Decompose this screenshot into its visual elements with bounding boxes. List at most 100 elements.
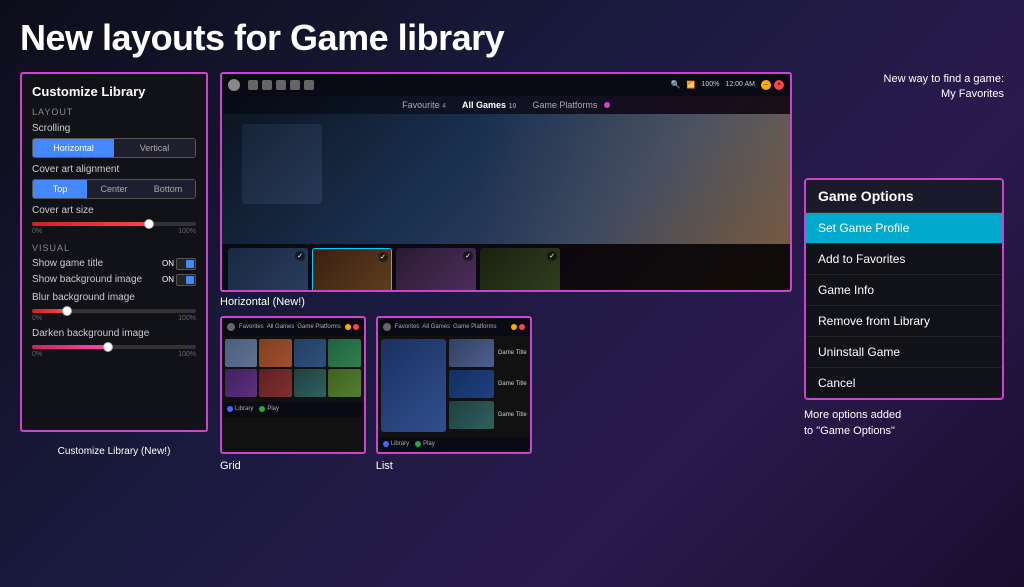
blur-slider[interactable]: 0% 100% bbox=[32, 309, 196, 322]
blur-min: 0% bbox=[32, 315, 42, 322]
scrolling-horizontal-btn[interactable]: Horizontal bbox=[33, 139, 114, 157]
grid-footer-2: Play bbox=[259, 406, 279, 412]
layout-section-label: LAYOUT bbox=[32, 107, 196, 117]
grid-header: Favorites All Games Game Platforms bbox=[222, 318, 364, 336]
grid-tile-3 bbox=[294, 339, 326, 367]
main-container: New layouts for Game library Customize L… bbox=[0, 0, 1024, 587]
list-tab-platforms: Game Platforms bbox=[453, 324, 496, 330]
show-bg-image-row: Show background image ON bbox=[32, 274, 196, 286]
tab-favourite-count: 4 bbox=[442, 103, 446, 110]
grid-content bbox=[222, 336, 364, 400]
search-icon[interactable]: 🔍 bbox=[671, 80, 681, 89]
game-option-remove-library[interactable]: Remove from Library bbox=[806, 306, 1002, 337]
game-option-set-profile[interactable]: Set Game Profile bbox=[806, 213, 1002, 244]
scrolling-vertical-btn[interactable]: Vertical bbox=[114, 139, 195, 157]
grid-footer: Library Play bbox=[222, 402, 364, 417]
show-game-title-label: Show game title bbox=[32, 258, 103, 269]
back-icon[interactable] bbox=[228, 79, 240, 91]
game-card-robocop[interactable]: ✓ RoboCop: Rogue City bbox=[396, 248, 476, 292]
list-items-col: Game Title Game Title Game Title bbox=[449, 339, 527, 432]
show-game-title-value: ON bbox=[162, 259, 174, 268]
show-bg-image-toggle[interactable]: ON bbox=[162, 274, 196, 286]
close-btn[interactable]: × bbox=[774, 80, 784, 90]
page-title: New layouts for Game library bbox=[20, 18, 1004, 58]
starfield-check: ✓ bbox=[295, 251, 305, 261]
cover-art-alignment-label: Cover art alignment bbox=[32, 164, 196, 175]
header-icon-5 bbox=[304, 80, 314, 90]
list-title-3: Game Title bbox=[498, 412, 527, 418]
list-tab-favorites: Favorites bbox=[395, 324, 420, 330]
grid-screenshot: Favorites All Games Game Platforms bbox=[220, 316, 366, 454]
hero-area bbox=[222, 114, 790, 244]
header-icon-2 bbox=[262, 80, 272, 90]
wifi-icon: 📶 bbox=[687, 81, 696, 89]
grid-tile-4 bbox=[328, 339, 360, 367]
game-option-add-favorites[interactable]: Add to Favorites bbox=[806, 244, 1002, 275]
clock: 12:00 AM bbox=[725, 81, 755, 88]
list-thumb-3 bbox=[449, 401, 494, 429]
favorites-dot bbox=[604, 102, 610, 108]
scrolling-toggle-group: Horizontal Vertical bbox=[32, 138, 196, 158]
grid-label: Grid bbox=[220, 460, 366, 472]
list-screenshot: Favorites All Games Game Platforms bbox=[376, 316, 532, 454]
grid-tab-favorites: Favorites bbox=[239, 324, 264, 330]
darken-slider[interactable]: 0% 100% bbox=[32, 345, 196, 358]
header-right: 🔍 📶 100% 12:00 AM – × bbox=[671, 80, 784, 90]
game-option-cancel[interactable]: Cancel bbox=[806, 368, 1002, 398]
darken-bg-label: Darken background image bbox=[32, 328, 196, 339]
tab-all-games[interactable]: All Games 10 bbox=[462, 100, 516, 110]
list-min-btn bbox=[511, 324, 517, 330]
grid-footer-dot-2 bbox=[259, 406, 265, 412]
list-footer-dot-1 bbox=[383, 441, 389, 447]
list-featured-art bbox=[381, 339, 446, 432]
grid-tile-5 bbox=[225, 369, 257, 397]
spacer bbox=[804, 110, 1004, 170]
bottom-screenshots: Favorites All Games Game Platforms bbox=[220, 316, 792, 472]
slider-max: 100% bbox=[178, 228, 196, 235]
show-game-title-row: Show game title ON bbox=[32, 258, 196, 270]
grid-tab-all-games: All Games bbox=[267, 324, 295, 330]
header-icon-3 bbox=[276, 80, 286, 90]
grid-tab-platforms: Game Platforms bbox=[297, 324, 340, 330]
show-bg-image-value: ON bbox=[162, 275, 174, 284]
grid-footer-1: Library bbox=[227, 406, 253, 412]
hero-left-art bbox=[242, 124, 322, 204]
list-header-icon bbox=[383, 323, 391, 331]
robocop-check: ✓ bbox=[463, 251, 473, 261]
align-top-btn[interactable]: Top bbox=[33, 180, 87, 198]
battery-level: 100% bbox=[702, 81, 720, 88]
list-footer-dot-2 bbox=[415, 441, 421, 447]
grid-footer-dot-1 bbox=[227, 406, 233, 412]
list-footer-2: Play bbox=[415, 441, 435, 447]
game-option-game-info[interactable]: Game Info bbox=[806, 275, 1002, 306]
grid-tile-1 bbox=[225, 339, 257, 367]
list-item-3: Game Title bbox=[449, 401, 527, 429]
cover-art-size-slider[interactable]: 0% 100% bbox=[32, 222, 196, 235]
game-card-ghostrunner[interactable]: ✓ Ghostrunner 2 bbox=[312, 248, 392, 292]
tab-platforms-label: Game Platforms bbox=[532, 100, 597, 110]
content-area: Customize Library LAYOUT Scrolling Horiz… bbox=[20, 72, 1004, 472]
align-bottom-btn[interactable]: Bottom bbox=[141, 180, 195, 198]
cover-art-size-label: Cover art size bbox=[32, 205, 196, 216]
grid-header-icon bbox=[227, 323, 235, 331]
align-center-btn[interactable]: Center bbox=[87, 180, 141, 198]
grid-tile-8 bbox=[328, 369, 360, 397]
game-card-starfield[interactable]: ✓ StarNeXt bbox=[228, 248, 308, 292]
grid-window-controls bbox=[345, 324, 359, 330]
list-header: Favorites All Games Game Platforms bbox=[378, 318, 530, 336]
game-cards-row: ✓ StarNeXt ✓ Ghostrunner 2 ✓ RoboCop: Ro… bbox=[222, 244, 790, 292]
show-game-title-toggle[interactable]: ON bbox=[162, 258, 196, 270]
list-window-controls bbox=[511, 324, 525, 330]
grid-close-btn bbox=[353, 324, 359, 330]
minimize-btn[interactable]: – bbox=[761, 80, 771, 90]
right-panel: New way to find a game:My Favorites Game… bbox=[804, 72, 1004, 440]
tab-game-platforms[interactable]: Game Platforms bbox=[532, 100, 610, 110]
tab-favourite[interactable]: Favourite 4 bbox=[402, 100, 446, 110]
scrolling-label: Scrolling bbox=[32, 123, 196, 134]
grid-min-btn bbox=[345, 324, 351, 330]
header-icon-4 bbox=[290, 80, 300, 90]
game-card-eso[interactable]: ✓ The Elder Scrolls® Online bbox=[480, 248, 560, 292]
eso-check: ✓ bbox=[547, 251, 557, 261]
game-option-uninstall[interactable]: Uninstall Game bbox=[806, 337, 1002, 368]
header-icons bbox=[248, 80, 314, 90]
